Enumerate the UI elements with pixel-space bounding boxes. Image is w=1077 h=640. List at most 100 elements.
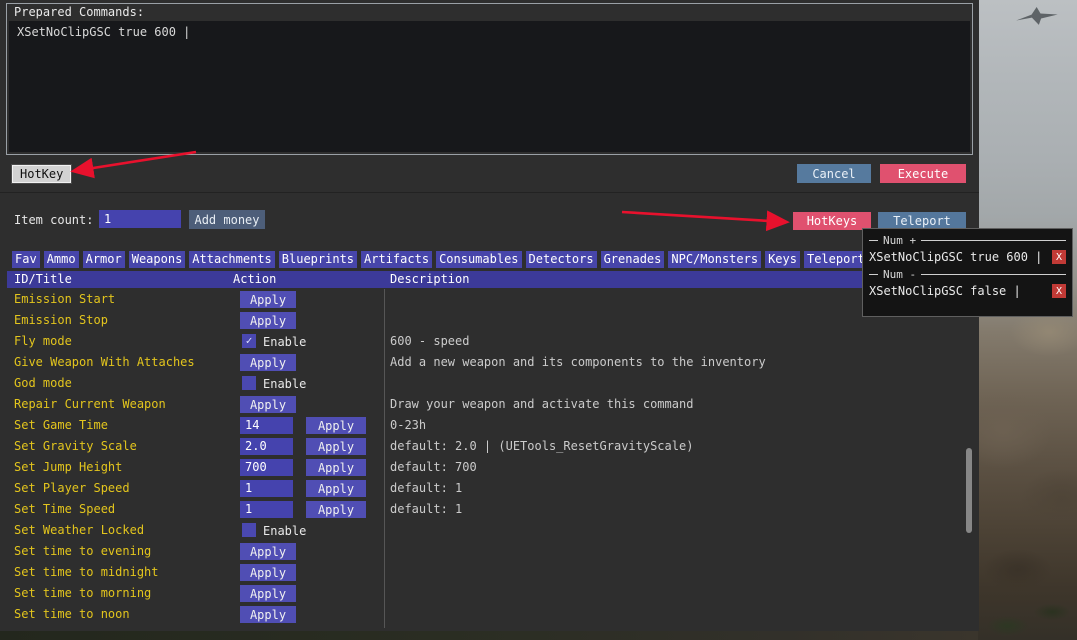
hotkeys-button[interactable]: HotKeys	[793, 212, 871, 230]
checkbox-label: Enable	[263, 377, 307, 391]
apply-button[interactable]: Apply	[306, 438, 366, 455]
table-row: Set time to morning Apply	[7, 583, 972, 604]
remove-hotkey-button[interactable]: X	[1052, 284, 1066, 298]
row-title: Set Time Speed	[14, 502, 116, 516]
table-row: Set Player Speed 1 Apply default: 1	[7, 478, 972, 499]
remove-hotkey-button[interactable]: X	[1052, 250, 1066, 264]
tab-detectors[interactable]: Detectors	[525, 251, 597, 268]
table-row: Set Weather Locked Enable	[7, 520, 972, 541]
apply-button[interactable]: Apply	[240, 543, 296, 560]
row-action: 700 Apply	[233, 458, 388, 477]
row-title: God mode	[14, 376, 72, 390]
tab-attachments[interactable]: Attachments	[189, 251, 275, 268]
row-description: default: 1	[390, 502, 463, 516]
table-row: God mode Enable	[7, 373, 972, 394]
row-description: 600 - speed	[390, 334, 470, 348]
apply-button[interactable]: Apply	[240, 354, 296, 371]
apply-button[interactable]: Apply	[306, 501, 366, 518]
tab-ammo[interactable]: Ammo	[43, 251, 79, 268]
hotkey-button[interactable]: HotKey	[12, 165, 72, 183]
tab-artifacts[interactable]: Artifacts	[361, 251, 433, 268]
header-description: Description	[390, 272, 470, 286]
row-description: Add a new weapon and its components to t…	[390, 355, 766, 369]
tab-keys[interactable]: Keys	[765, 251, 800, 268]
value-input[interactable]: 2.0	[240, 438, 293, 455]
row-title: Set Jump Height	[14, 460, 123, 474]
tab-consumables[interactable]: Consumables	[436, 251, 522, 268]
mod-menu-panel: Prepared Commands: XSetNoClipGSC true 60…	[0, 0, 979, 631]
tab-weapons[interactable]: Weapons	[128, 251, 186, 268]
row-title: Set time to morning	[14, 586, 152, 600]
row-description: default: 1	[390, 481, 463, 495]
apply-button[interactable]: Apply	[306, 480, 366, 497]
table-header: ID/Title Action Description	[7, 271, 972, 288]
enable-checkbox[interactable]: ✓	[242, 334, 256, 348]
apply-button[interactable]: Apply	[240, 564, 296, 581]
value-input[interactable]: 700	[240, 459, 293, 476]
hotkey-command: XSetNoClipGSC true 600 |	[869, 250, 1043, 264]
table-row: Set Game Time 14 Apply 0-23h	[7, 415, 972, 436]
apply-button[interactable]: Apply	[306, 417, 366, 434]
cancel-button[interactable]: Cancel	[797, 164, 871, 183]
apply-button[interactable]: Apply	[240, 585, 296, 602]
tab-fav[interactable]: Fav	[12, 251, 40, 268]
tab-grenades[interactable]: Grenades	[600, 251, 665, 268]
apply-button[interactable]: Apply	[306, 459, 366, 476]
apply-button[interactable]: Apply	[240, 606, 296, 623]
tab-teleport[interactable]: Teleport	[803, 251, 868, 268]
hotkey-separator: Num +	[869, 233, 1066, 247]
enable-checkbox[interactable]	[242, 376, 256, 390]
table-row: Fly mode ✓ Enable 600 - speed	[7, 331, 972, 352]
tab-armor[interactable]: Armor	[82, 251, 125, 268]
value-input[interactable]: 1	[240, 480, 293, 497]
table-row: Set Jump Height 700 Apply default: 700	[7, 457, 972, 478]
tab-bar: Fav Ammo Armor Weapons Attachments Blueprints…	[12, 251, 868, 268]
row-action: Apply	[233, 605, 388, 624]
table-row: Set time to midnight Apply	[7, 562, 972, 583]
add-money-button[interactable]: Add money	[189, 210, 265, 229]
section-divider	[0, 192, 979, 193]
row-title: Fly mode	[14, 334, 72, 348]
apply-button[interactable]: Apply	[240, 396, 296, 413]
prepared-commands-panel: Prepared Commands: XSetNoClipGSC true 60…	[6, 3, 973, 155]
table-row: Set time to evening Apply	[7, 541, 972, 562]
apply-button[interactable]: Apply	[240, 312, 296, 329]
table-scrollbar[interactable]	[966, 448, 972, 533]
row-description: Draw your weapon and activate this comma…	[390, 397, 694, 411]
row-action: Enable	[233, 374, 388, 393]
item-count-label: Item count:	[14, 213, 94, 227]
hotkey-command: XSetNoClipGSC false |	[869, 284, 1021, 298]
table-row: Set time to noon Apply	[7, 604, 972, 625]
row-action: Apply	[233, 353, 388, 372]
execute-button[interactable]: Execute	[880, 164, 966, 183]
row-title: Repair Current Weapon	[14, 397, 166, 411]
apply-button[interactable]: Apply	[240, 291, 296, 308]
value-input[interactable]: 14	[240, 417, 293, 434]
row-title: Set Player Speed	[14, 481, 130, 495]
hotkeys-popup: Num + XSetNoClipGSC true 600 | X Num - XSetN…	[862, 228, 1073, 317]
terrain-bottom-strip	[0, 630, 978, 640]
header-id-title: ID/Title	[14, 272, 72, 286]
enable-checkbox[interactable]	[242, 523, 256, 537]
tab-blueprints[interactable]: Blueprints	[278, 251, 358, 268]
row-action: Apply	[233, 395, 388, 414]
row-action: Apply	[233, 542, 388, 561]
row-title: Set time to evening	[14, 544, 152, 558]
row-title: Emission Stop	[14, 313, 108, 327]
tab-npc-monsters[interactable]: NPC/Monsters	[668, 251, 762, 268]
row-action: Apply	[233, 563, 388, 582]
row-title: Set Gravity Scale	[14, 439, 137, 453]
row-title: Set time to midnight	[14, 565, 159, 579]
screen: Prepared Commands: XSetNoClipGSC true 60…	[0, 0, 1077, 640]
value-input[interactable]: 1	[240, 501, 293, 518]
row-action: Apply	[233, 584, 388, 603]
hotkey-binding-row: XSetNoClipGSC true 600 | X	[869, 247, 1066, 267]
prepared-commands-input[interactable]: XSetNoClipGSC true 600 |	[9, 21, 970, 152]
table-row: Emission Stop Apply	[7, 310, 972, 331]
row-action: Apply	[233, 290, 388, 309]
row-action: 14 Apply	[233, 416, 388, 435]
item-count-input[interactable]	[99, 210, 181, 228]
row-description: default: 700	[390, 460, 477, 474]
row-action: ✓ Enable	[233, 332, 388, 351]
row-action: Apply	[233, 311, 388, 330]
